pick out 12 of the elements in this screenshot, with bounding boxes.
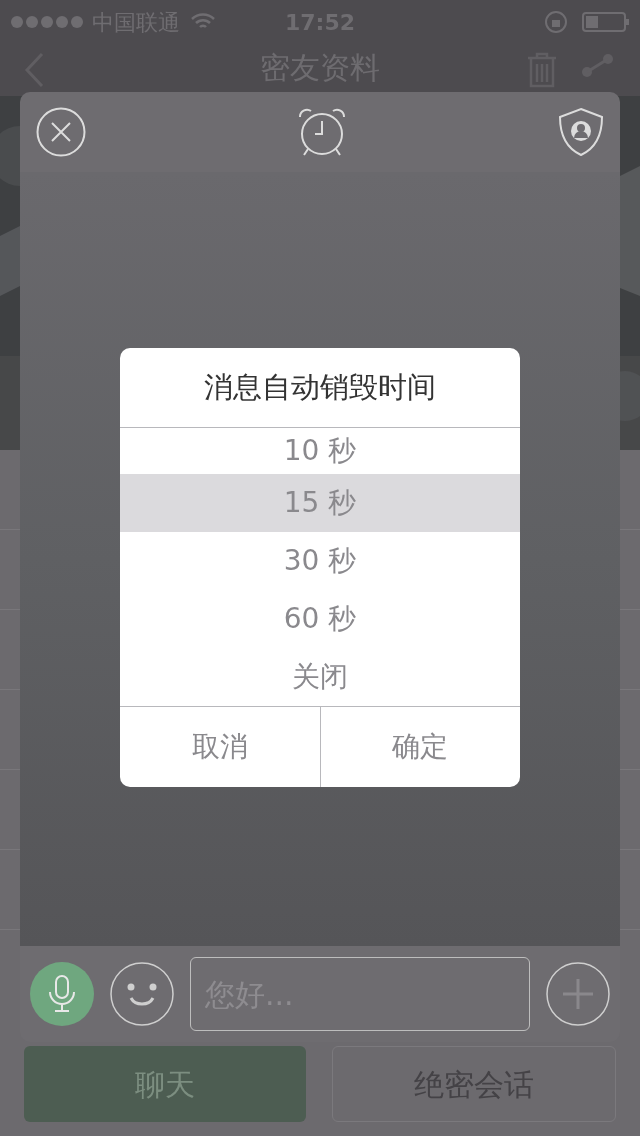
cancel-button[interactable]: 取消 xyxy=(120,707,321,787)
alarm-clock-icon[interactable] xyxy=(297,107,347,157)
dialog-title: 消息自动销毁时间 xyxy=(204,368,436,406)
confirm-button[interactable]: 确定 xyxy=(320,707,520,787)
picker-option[interactable]: 15 秒 xyxy=(120,474,520,532)
plus-icon[interactable] xyxy=(546,962,610,1026)
close-icon[interactable] xyxy=(36,107,86,157)
signal-icon xyxy=(10,15,86,29)
shield-user-icon[interactable] xyxy=(558,107,604,157)
microphone-icon xyxy=(47,974,77,1014)
battery-icon xyxy=(582,11,630,33)
emoji-icon[interactable] xyxy=(110,962,174,1026)
